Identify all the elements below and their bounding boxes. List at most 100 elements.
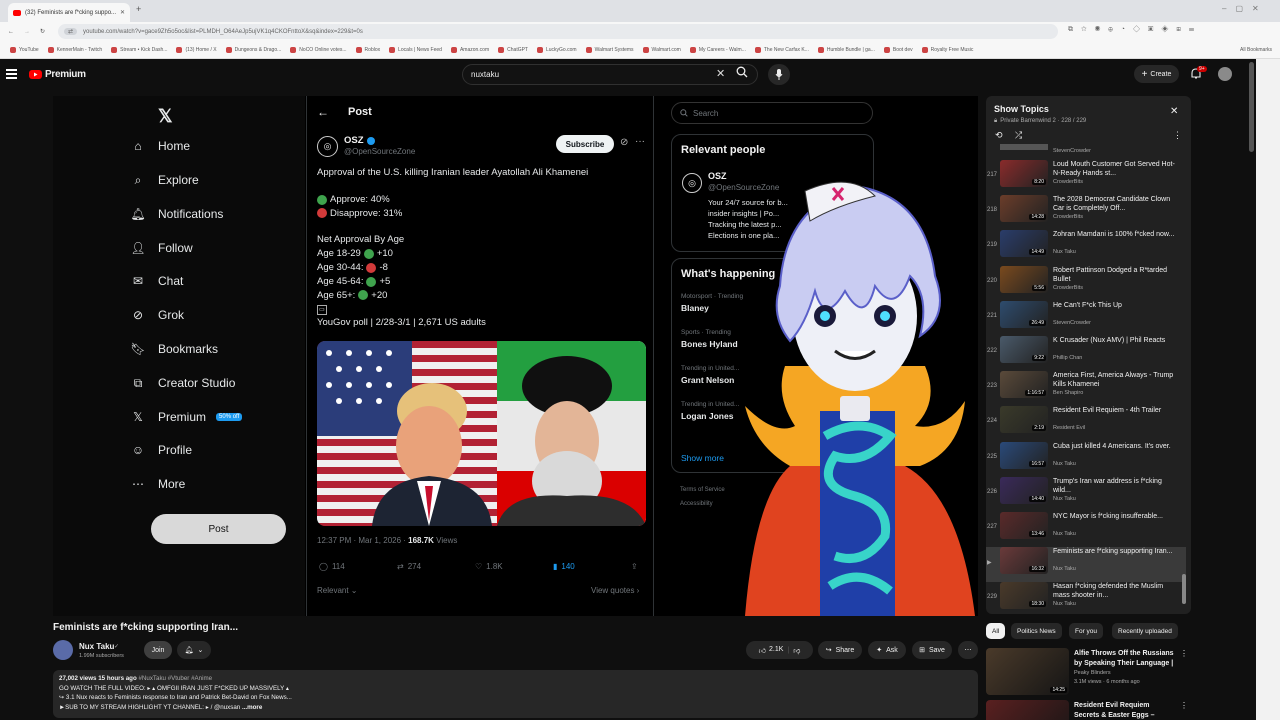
subscribe-button[interactable]: Subscribe — [556, 135, 614, 153]
bookmark-item[interactable]: Roblox — [355, 46, 380, 53]
footer-accessibility[interactable]: Accessibility — [680, 501, 713, 507]
playlist-item[interactable]: 225 16:57 Cuba just killed 4 Americans. It… — [986, 441, 1186, 477]
bookmark-item[interactable]: ChatGPT — [498, 46, 528, 53]
playlist-item[interactable]: 221 26:49 He Can't F*ck This Up StevenCrowd… — [986, 300, 1186, 336]
search-input[interactable]: nuxtaku — [462, 64, 758, 85]
desc-tags[interactable]: #NuxTaku #Vtuber #Anime — [138, 675, 212, 682]
playlist-close-icon[interactable]: ✕ — [1170, 106, 1178, 117]
subscribed-bell-button[interactable]: 🔔︎ ⌄ — [177, 641, 211, 659]
bookmark-item[interactable]: Dungeons & Drago... — [225, 46, 281, 53]
search-button[interactable] — [736, 66, 748, 78]
playlist-more-icon[interactable]: ⋮ — [1173, 130, 1182, 141]
author-avatar[interactable]: ◎ — [317, 136, 338, 157]
save-button[interactable]: ⊞ Save — [912, 641, 952, 659]
thumbs-down-icon[interactable]: 👎︎ — [793, 646, 800, 655]
author-name[interactable]: OSZ — [344, 135, 375, 146]
loop-icon[interactable]: ⟲ — [995, 130, 1003, 141]
account-avatar[interactable] — [1218, 67, 1232, 81]
x-search-input[interactable]: Search — [671, 102, 873, 124]
like-video-button[interactable]: 👍︎ 2.1K — [759, 646, 784, 655]
x-nav-notifications[interactable]: 🔔︎ Notifications — [130, 207, 223, 221]
channel-avatar[interactable] — [53, 640, 73, 660]
bookmark-item[interactable]: LuckyGo.com — [536, 46, 577, 53]
filter-chip[interactable]: For you — [1069, 623, 1104, 639]
playlist-item[interactable]: 218 14:28 The 2028 Democrat Candidate Clow… — [986, 195, 1186, 230]
video-description[interactable]: 27,002 views 15 hours ago #NuxTaku #Vtub… — [53, 670, 978, 718]
x-nav-home[interactable]: ⌂ Home — [134, 139, 190, 153]
site-info-icon[interactable]: ⇄ — [64, 28, 78, 35]
like-button[interactable]: ♡ 1.8K — [475, 562, 503, 571]
more-options-icon[interactable]: ··· — [635, 136, 645, 147]
video-player[interactable]: 𝕏 ⌂ Home ⌕ Explore 🔔︎ Notifications 👤︎ Follow ✉ C… — [53, 96, 978, 616]
bookmark-item[interactable]: Walmart Systems — [585, 46, 634, 53]
playlist-item[interactable]: 222 9:22 K Crusader (Nux AMV) | Phil React… — [986, 336, 1186, 371]
rp-avatar[interactable]: ◎ — [682, 173, 702, 193]
desc-more-link[interactable]: ...more — [242, 704, 262, 711]
rec-more-icon[interactable]: ⋮ — [1180, 701, 1188, 710]
reply-button[interactable]: ◯ 114 — [319, 562, 345, 571]
bookmark-item[interactable]: Amazon.com — [450, 46, 489, 53]
view-quotes-link[interactable]: View quotes › — [591, 586, 639, 595]
back-icon[interactable]: ← — [8, 29, 14, 35]
playlist-item[interactable]: ▶ 16:32 Feminists are f*cking supporting I… — [986, 547, 1186, 583]
bookmark-item[interactable]: Stream • Kick Dash... — [111, 46, 167, 53]
x-nav-bookmarks[interactable]: 🔖︎ Bookmarks — [130, 342, 218, 356]
filter-chip[interactable]: All — [986, 623, 1006, 639]
shuffle-icon[interactable]: ⤮ — [1015, 130, 1022, 141]
repost-button[interactable]: ⇄ 274 — [397, 562, 421, 571]
playlist-item[interactable]: 223 1:16:57 America First, America Always … — [986, 371, 1186, 406]
reload-icon[interactable]: ↻ — [40, 28, 45, 35]
browser-tab[interactable]: (32) Feminists are f*cking suppo... ✕ — [8, 3, 130, 22]
playlist-item[interactable]: 226 14:40 Trump's Iran war address is f*ck… — [986, 476, 1186, 512]
bookmark-item[interactable]: Locals | News Feed — [389, 46, 442, 53]
filter-chip[interactable]: Politics News — [1011, 623, 1062, 639]
bookmark-button[interactable]: ▮ 140 — [553, 562, 575, 571]
recommended-video[interactable]: 14:25 Alfie Throws Off the Russians by Sp… — [986, 648, 1188, 698]
all-bookmarks[interactable]: All Bookmarks — [1240, 47, 1272, 53]
create-button[interactable]: + Create — [1134, 65, 1179, 83]
playlist-item[interactable]: 220 5:56 Robert Pattinson Dodged a R*tarde… — [986, 265, 1186, 301]
filter-chip[interactable]: Recently uploaded — [1112, 623, 1178, 639]
bookmark-item[interactable]: My Careers - Walm... — [689, 46, 746, 53]
bookmark-item[interactable]: Boot dev — [883, 46, 913, 53]
playlist-item[interactable]: 224 2:19 Resident Evil Requiem - 4th Trail… — [986, 406, 1186, 441]
share-button[interactable]: ↪ Share — [818, 641, 862, 659]
forward-icon[interactable]: → — [24, 29, 30, 35]
x-logo-icon[interactable]: 𝕏 — [158, 106, 173, 127]
x-nav-more[interactable]: ⋯ More — [132, 477, 185, 491]
playlist-item[interactable]: 227 13:46 NYC Mayor is f*cking insufferabl… — [986, 512, 1186, 547]
new-tab-icon[interactable]: + — [136, 4, 141, 14]
playlist-item[interactable]: 219 14:49 Zohran Mamdani is 100% f*cked no… — [986, 230, 1186, 265]
playlist-item[interactable]: 229 18:30 Hasan f*cking defended the Musli… — [986, 582, 1186, 614]
channel-name[interactable]: Nux Taku — [79, 642, 114, 651]
bookmark-item[interactable]: The New Carfax K... — [754, 46, 809, 53]
extension-icons[interactable]: ⧉☆◉⊕◔◇▣◈⊞☰ — [1068, 26, 1202, 34]
bookmark-item[interactable]: Walmart.com — [642, 46, 681, 53]
more-actions-button[interactable]: ⋯ — [958, 641, 978, 659]
page-scrollbar[interactable] — [1249, 62, 1254, 152]
address-bar[interactable]: ⇄ youtube.com/watch?v=gace9Zh5o5oc&list=… — [58, 24, 1058, 39]
bookmark-item[interactable]: Royalty Free Music — [921, 46, 973, 53]
x-nav-profile[interactable]: ☺ Profile — [132, 443, 192, 457]
voice-search-icon[interactable] — [768, 64, 790, 85]
menu-icon[interactable] — [6, 69, 17, 79]
clear-search-icon[interactable]: ✕ — [716, 67, 725, 80]
recommended-video[interactable]: Resident Evil Requiem Secrets & Easter E… — [986, 700, 1188, 720]
bookmark-item[interactable]: YouTube — [10, 46, 39, 53]
rec-more-icon[interactable]: ⋮ — [1180, 649, 1188, 658]
youtube-logo[interactable]: Premium — [29, 69, 86, 80]
x-nav-explore[interactable]: ⌕ Explore — [135, 173, 199, 188]
x-nav-creator-studio[interactable]: ⧉ Creator Studio — [134, 376, 236, 391]
share-icon[interactable]: ⇪ — [631, 562, 638, 571]
playlist-scrollbar[interactable] — [1182, 574, 1186, 604]
window-controls[interactable]: –▢✕ — [1222, 4, 1268, 13]
tweet-image[interactable] — [317, 341, 646, 526]
x-nav-chat[interactable]: ✉ Chat — [133, 274, 183, 288]
grok-icon[interactable]: ⊘ — [620, 137, 628, 148]
x-nav-grok[interactable]: ⊘ Grok — [133, 308, 184, 322]
bookmark-item[interactable]: (13) Home / X — [176, 46, 217, 53]
trend-name[interactable]: Blaney — [681, 303, 709, 313]
ask-button[interactable]: ✦ Ask — [868, 641, 906, 659]
bookmark-item[interactable]: KennerMain - Twitch — [47, 46, 102, 53]
x-nav-premium[interactable]: 𝕏 Premium 50% off — [133, 410, 243, 424]
